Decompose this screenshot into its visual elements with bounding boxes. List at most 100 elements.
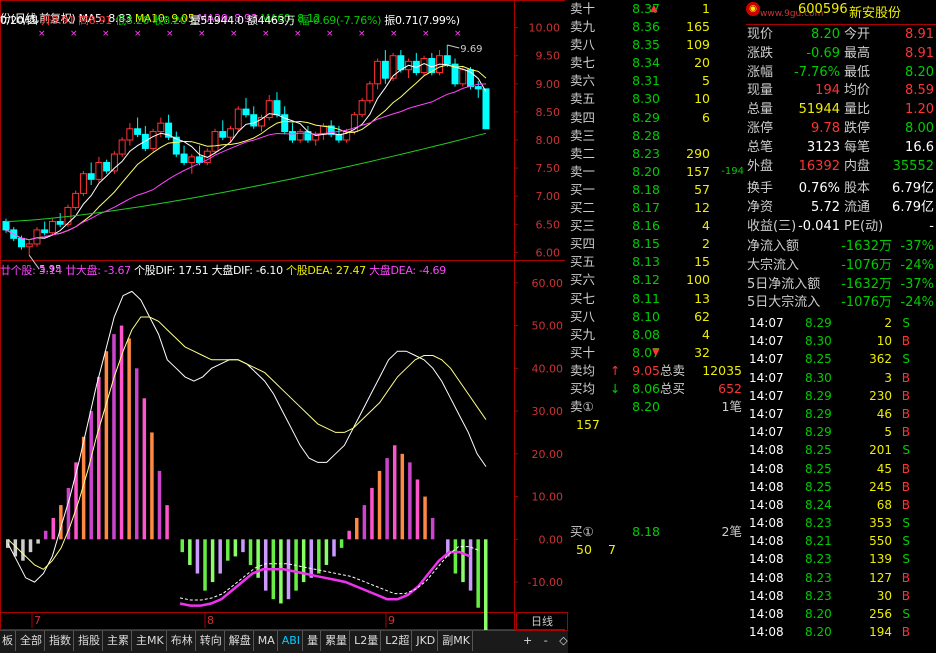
tab-7[interactable]: 转向 xyxy=(198,631,225,651)
tab-4[interactable]: 主累 xyxy=(105,631,132,651)
candle-body xyxy=(2,220,10,231)
candle-body xyxy=(25,243,33,248)
tab-0[interactable]: 板 xyxy=(0,631,16,651)
bid-row[interactable]: 买二 8.17 12 xyxy=(568,199,744,217)
tick-row[interactable]: 14:07 8.29 46 B xyxy=(747,405,936,423)
dif-label: 个股DIF: 17.51 xyxy=(134,264,209,277)
ask-row[interactable]: 卖七 8.34 20 xyxy=(568,54,744,72)
tab-14[interactable]: L2超 xyxy=(383,631,413,651)
candle-body xyxy=(188,156,196,163)
tick-row[interactable]: 14:08 8.24 68 B xyxy=(747,496,936,514)
tab-13[interactable]: L2量 xyxy=(352,631,382,651)
signal-mark: × xyxy=(262,29,270,39)
period-selector[interactable]: 日线 xyxy=(516,612,568,631)
ask-row[interactable]: 卖十 8.37 1 ▲ xyxy=(568,0,744,18)
tick-row[interactable]: 14:08 8.20 256 S xyxy=(747,605,936,623)
ask-label: 卖一 xyxy=(570,163,596,179)
bid-row[interactable]: 买八 8.10 62 xyxy=(568,308,744,326)
ask-price: 8.29 xyxy=(632,109,660,125)
ask-row[interactable]: 卖六 8.31 5 xyxy=(568,72,744,90)
tick-row[interactable]: 14:07 8.29 230 B xyxy=(747,387,936,405)
tab-5[interactable]: 主MK xyxy=(134,631,167,651)
bid-row[interactable]: 买三 8.16 4 xyxy=(568,217,744,235)
ask-row[interactable]: 卖五 8.30 10 xyxy=(568,90,744,108)
tick-row[interactable]: 14:08 8.25 245 B xyxy=(747,478,936,496)
tick-row[interactable]: 14:08 8.25 201 S xyxy=(747,441,936,459)
ask-row[interactable]: 卖四 8.29 6 xyxy=(568,109,744,127)
ask-label: 卖五 xyxy=(570,91,596,107)
bid-change: ▼ xyxy=(652,346,660,358)
ask-volume: 20 xyxy=(694,55,710,71)
month-label: 7 xyxy=(34,614,41,627)
tick-row[interactable]: 14:08 8.23 139 S xyxy=(747,550,936,568)
tab-2[interactable]: 指数 xyxy=(47,631,74,651)
tick-price: 8.29 xyxy=(805,425,832,440)
fundamentals-panel: 换手 0.76% 股本 6.79亿 净资 5.72 流通 6.79亿 收益(三) -0.041 PE… xyxy=(747,180,936,236)
quote-value: 8.20 xyxy=(905,64,934,80)
tab-12[interactable]: 累量 xyxy=(323,631,351,651)
macd-bar xyxy=(332,539,336,557)
bid-label: 买十 xyxy=(570,344,596,360)
tick-volume: 194 xyxy=(869,625,892,640)
zoom-out-button[interactable]: - xyxy=(544,634,548,647)
tick-time: 14:08 xyxy=(749,443,784,458)
tick-side: S xyxy=(902,316,910,330)
ask-row[interactable]: 卖九 8.36 165 xyxy=(568,18,744,36)
quote-label: 今开 xyxy=(844,27,871,42)
kline-chart[interactable]: 10.00 9.50 9.00 8.50 8.00 7.50 7.00 6.50 6.00 9.6… xyxy=(0,0,565,630)
tick-row[interactable]: 14:08 8.20 194 B xyxy=(747,623,936,641)
ask-row[interactable]: 卖八 8.35 109 xyxy=(568,36,744,54)
tick-row[interactable]: 14:07 8.30 10 B xyxy=(747,332,936,350)
tab-9[interactable]: MA xyxy=(256,631,278,651)
macd-axis-label: 0.00 xyxy=(539,533,564,546)
bid-row[interactable]: 买四 8.15 2 xyxy=(568,235,744,253)
tick-row[interactable]: 14:07 8.25 362 S xyxy=(747,350,936,368)
quote-value: 8.91 xyxy=(905,27,934,42)
tab-16[interactable]: 副MK xyxy=(440,631,473,651)
tab-10[interactable]: ABI xyxy=(280,631,304,651)
tab-8[interactable]: 解盘 xyxy=(227,631,254,651)
bid-row[interactable]: 买五 8.13 15 xyxy=(568,253,744,271)
tick-time: 14:08 xyxy=(749,461,784,476)
ask-row[interactable]: 卖三 8.28 xyxy=(568,127,744,145)
flow-row: 5日净流入额 -1632万 -37% xyxy=(747,276,936,295)
bid-row[interactable]: 买一 8.18 57 xyxy=(568,181,744,199)
price-axis-label: 8.50 xyxy=(536,106,561,119)
candle-body xyxy=(180,153,188,163)
ask-row[interactable]: 卖一 8.20 157 -194 xyxy=(568,163,744,181)
tick-price: 8.25 xyxy=(805,461,832,476)
tick-row[interactable]: 14:08 8.21 550 S xyxy=(747,532,936,550)
bid-volume: 15 xyxy=(694,254,710,270)
tick-row[interactable]: 14:08 8.23 30 B xyxy=(747,587,936,605)
flow-value: -1632万 xyxy=(841,276,892,292)
tab-15[interactable]: JKD xyxy=(414,631,439,651)
tick-row[interactable]: 14:07 8.29 5 B xyxy=(747,423,936,441)
tick-time: 14:08 xyxy=(749,516,784,531)
ask-price: 8.20 xyxy=(632,163,660,179)
tick-price: 8.29 xyxy=(805,388,832,403)
tab-3[interactable]: 指股 xyxy=(76,631,103,651)
tick-row[interactable]: 14:08 8.25 45 B xyxy=(747,460,936,478)
tick-time: 14:08 xyxy=(749,497,784,512)
ohlc-header: 0/20/四 开8.91 高8.91 低8.20 收8.20 量51944.0 … xyxy=(0,12,460,28)
bid-row[interactable]: 买十 8.07 32 ▼ xyxy=(568,344,744,362)
tick-row[interactable]: 14:07 8.29 2 S xyxy=(747,314,936,332)
bid-row[interactable]: 买七 8.11 13 xyxy=(568,290,744,308)
tab-6[interactable]: 布林 xyxy=(169,631,196,651)
tick-row[interactable]: 14:08 8.23 353 S xyxy=(747,514,936,532)
ask-row[interactable]: 卖二 8.23 290 xyxy=(568,145,744,163)
macd-bar xyxy=(415,479,420,540)
tick-row[interactable]: 14:08 8.23 127 B xyxy=(747,569,936,587)
bid-row[interactable]: 买九 8.08 4 xyxy=(568,326,744,344)
bid-row[interactable]: 买六 8.12 100 xyxy=(568,271,744,289)
bid-label: 买四 xyxy=(570,236,596,252)
zoom-in-button[interactable]: + xyxy=(523,634,532,647)
tick-list[interactable]: 14:07 8.29 2 S 14:07 8.30 10 B 14:07 8.25 362 S 14:0… xyxy=(747,314,936,641)
mode-button[interactable]: ◇ xyxy=(559,634,567,647)
high-label: 9.69 xyxy=(460,44,482,55)
quote-value: 5.72 xyxy=(811,199,840,215)
tab-1[interactable]: 全部 xyxy=(18,631,45,651)
flow-row: 净流入额 -1632万 -37% xyxy=(747,238,936,257)
tick-row[interactable]: 14:07 8.30 3 B xyxy=(747,369,936,387)
tab-11[interactable]: 量 xyxy=(305,631,322,651)
